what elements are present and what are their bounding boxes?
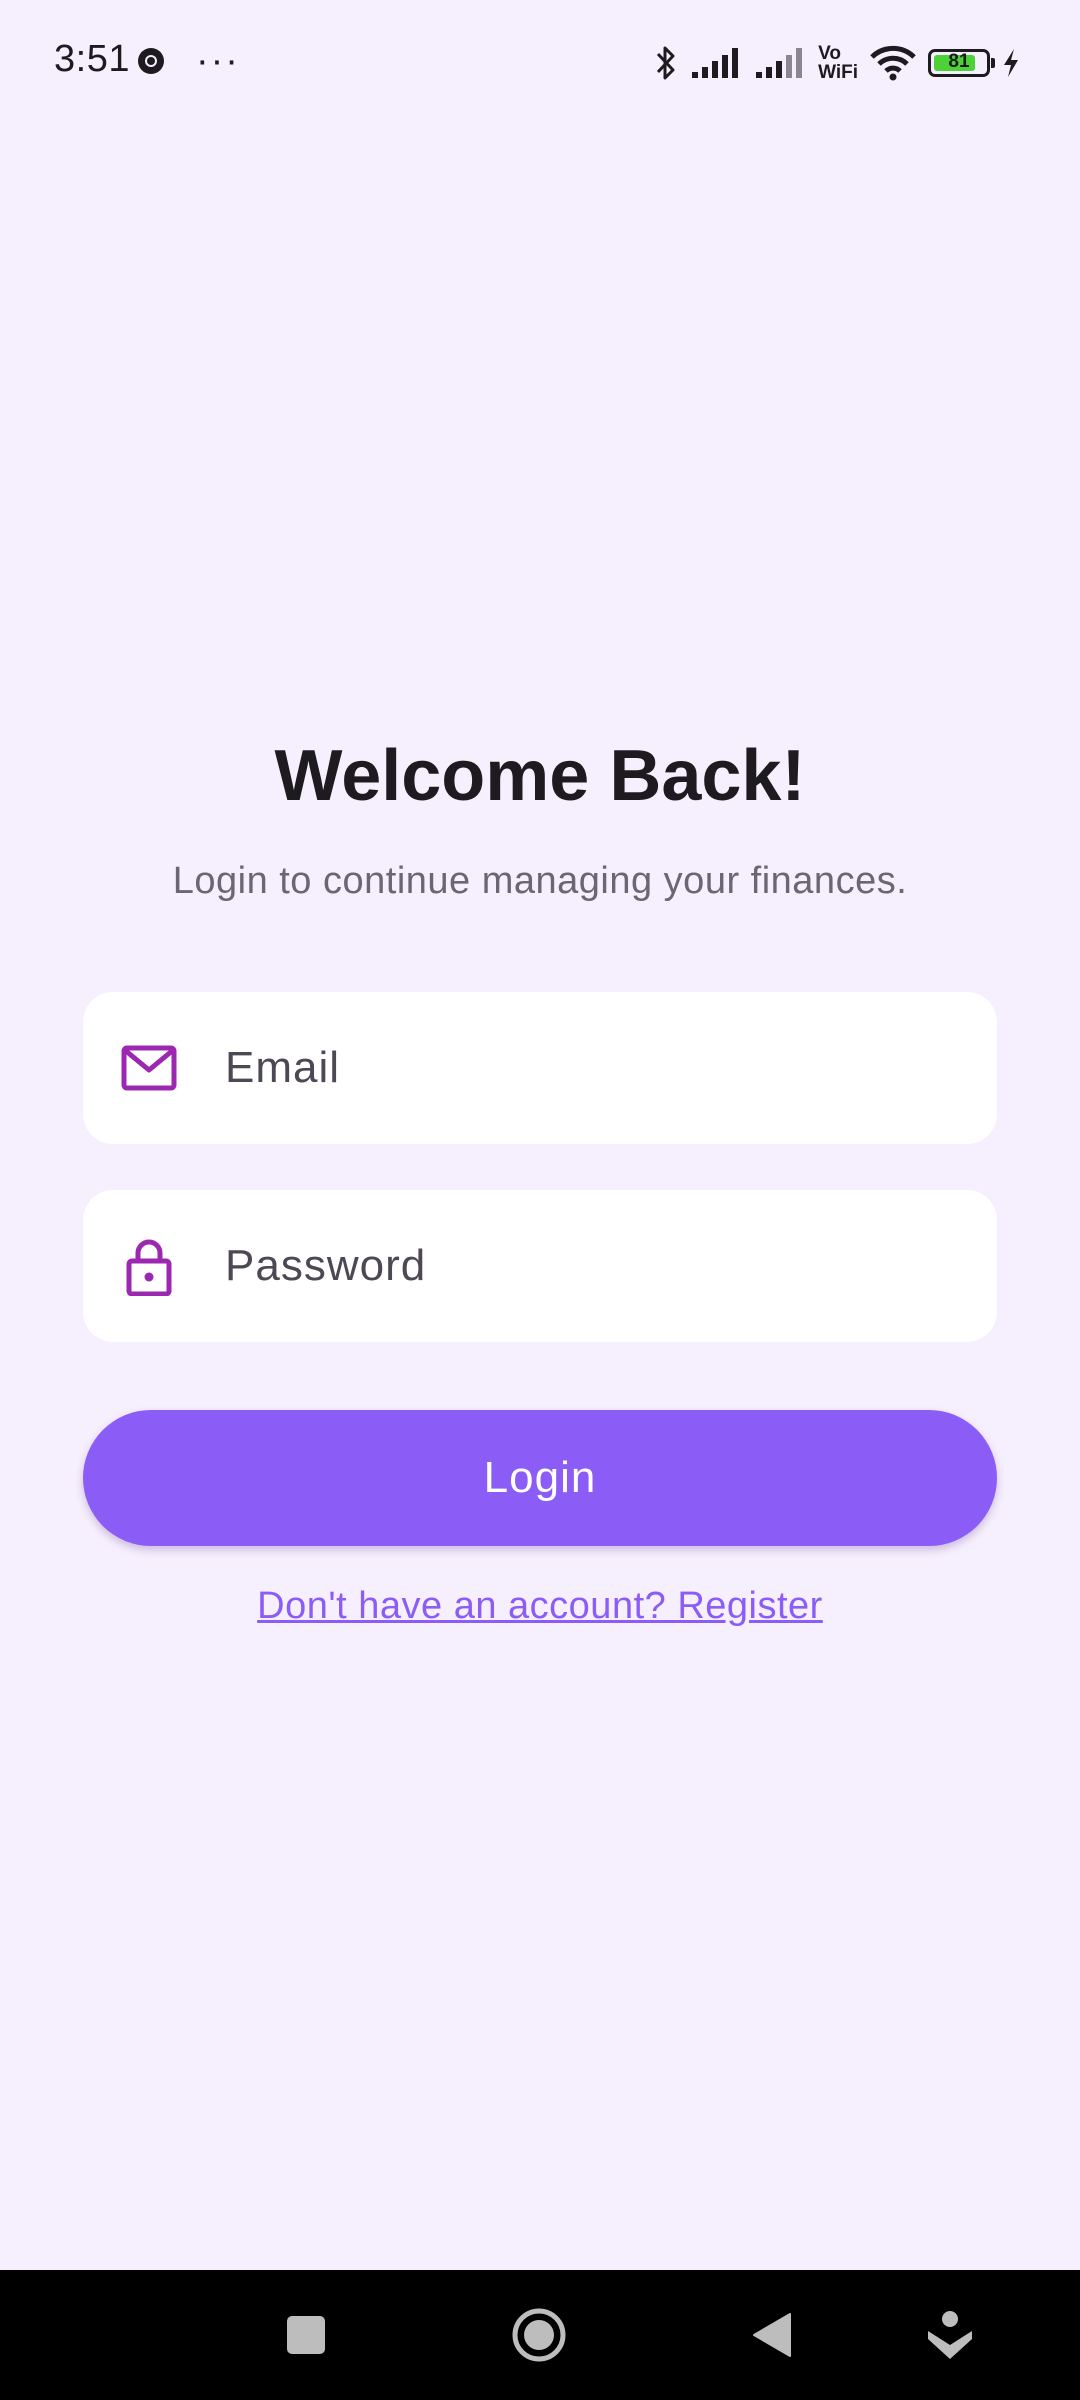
- battery-level: 81: [948, 51, 970, 72]
- password-input[interactable]: [225, 1190, 967, 1342]
- battery-icon: 81: [928, 49, 995, 77]
- back-button[interactable]: [722, 2270, 822, 2400]
- page-subtitle: Login to continue managing your finances…: [172, 860, 908, 902]
- bluetooth-icon: [656, 46, 675, 80]
- assistant-icon: [928, 2311, 972, 2359]
- login-button[interactable]: Login: [83, 1410, 997, 1546]
- signal-icon: [692, 48, 739, 78]
- charging-icon: [1004, 49, 1018, 77]
- recents-button[interactable]: [256, 2270, 356, 2400]
- navigation-bar: [0, 2270, 1080, 2400]
- more-notifications-icon: ···: [196, 40, 240, 82]
- register-link[interactable]: Don't have an account? Register: [0, 1585, 1080, 1628]
- status-bar: 3:51 ··· Vo WiFi 81: [0, 0, 1080, 126]
- home-button[interactable]: [489, 2270, 589, 2400]
- password-field[interactable]: [83, 1190, 997, 1342]
- recents-icon: [287, 2316, 325, 2354]
- lock-icon: [126, 1239, 172, 1296]
- status-time: 3:51: [54, 38, 130, 80]
- vowifi-indicator: Vo WiFi: [818, 43, 858, 83]
- email-field[interactable]: [83, 992, 997, 1144]
- home-icon: [512, 2308, 566, 2362]
- back-icon: [753, 2313, 791, 2357]
- assistant-button[interactable]: [900, 2270, 1000, 2400]
- chrome-icon: [138, 48, 164, 74]
- wifi-icon: [870, 45, 916, 81]
- status-icons: Vo WiFi 81: [654, 36, 1020, 90]
- mail-icon: [121, 1045, 177, 1091]
- signal-icon: [756, 48, 803, 78]
- page-title: Welcome Back!: [274, 736, 806, 816]
- email-input[interactable]: [225, 992, 967, 1144]
